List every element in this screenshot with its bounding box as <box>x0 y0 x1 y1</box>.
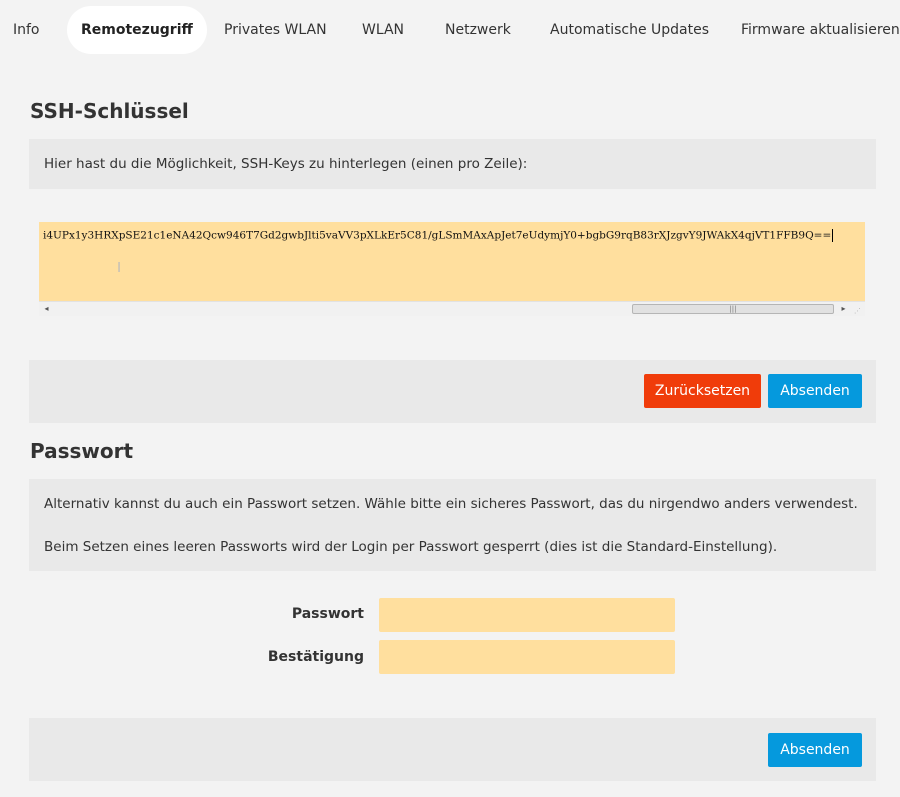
password-info-box: Alternativ kannst du auch ein Passwort s… <box>29 479 876 571</box>
scroll-thumb[interactable]: ||| <box>632 304 834 314</box>
password-field[interactable] <box>379 598 675 632</box>
tab-info[interactable]: Info <box>13 6 40 54</box>
tab-wlan[interactable]: WLAN <box>362 6 404 54</box>
resize-grip-icon[interactable]: ⋰ <box>850 302 865 316</box>
ssh-horizontal-scrollbar[interactable]: ◂ ||| ▸ ⋰ <box>39 301 865 316</box>
tab-firmware-aktualisieren[interactable]: Firmware aktualisieren <box>741 6 900 54</box>
text-caret <box>832 229 834 242</box>
password-info-line-1: Alternativ kannst du auch ein Passwort s… <box>44 496 858 512</box>
ssh-submit-button[interactable]: Absenden <box>768 374 862 408</box>
ssh-section-title: SSH-Schlüssel <box>30 99 189 123</box>
password-label: Passwort <box>291 606 364 622</box>
ssh-key-value: i4UPx1y3HRXpSE21c1eNA42Qcw946T7Gd2gwbJlt… <box>43 229 832 242</box>
ssh-keys-textarea[interactable]: i4UPx1y3HRXpSE21c1eNA42Qcw946T7Gd2gwbJlt… <box>39 222 865 302</box>
ssh-key-text: i4UPx1y3HRXpSE21c1eNA42Qcw946T7Gd2gwbJlt… <box>43 229 834 242</box>
scroll-left-arrow-icon[interactable]: ◂ <box>39 302 54 316</box>
password-action-bar: Absenden <box>29 718 876 781</box>
tab-automatische-updates[interactable]: Automatische Updates <box>550 6 709 54</box>
scroll-thumb-grip-icon: ||| <box>729 305 737 313</box>
password-info-line-2: Beim Setzen eines leeren Passworts wird … <box>44 539 778 555</box>
password-section-title: Passwort <box>30 439 134 463</box>
tab-bar: Info Remotezugriff Privates WLAN WLAN Ne… <box>0 0 900 60</box>
text-cursor-icon: I <box>117 261 121 276</box>
scroll-right-arrow-icon[interactable]: ▸ <box>836 302 851 316</box>
tab-netzwerk[interactable]: Netzwerk <box>445 6 511 54</box>
tab-privates-wlan[interactable]: Privates WLAN <box>224 6 327 54</box>
ssh-info-box: Hier hast du die Möglichkeit, SSH-Keys z… <box>29 139 876 189</box>
password-submit-button[interactable]: Absenden <box>768 733 862 767</box>
reset-button[interactable]: Zurücksetzen <box>644 374 761 408</box>
ssh-info-text: Hier hast du die Möglichkeit, SSH-Keys z… <box>44 156 528 172</box>
confirm-label: Bestätigung <box>267 649 364 665</box>
password-confirm-field[interactable] <box>379 640 675 674</box>
tab-remotezugriff[interactable]: Remotezugriff <box>67 6 207 54</box>
ssh-action-bar: Zurücksetzen Absenden <box>29 360 876 423</box>
